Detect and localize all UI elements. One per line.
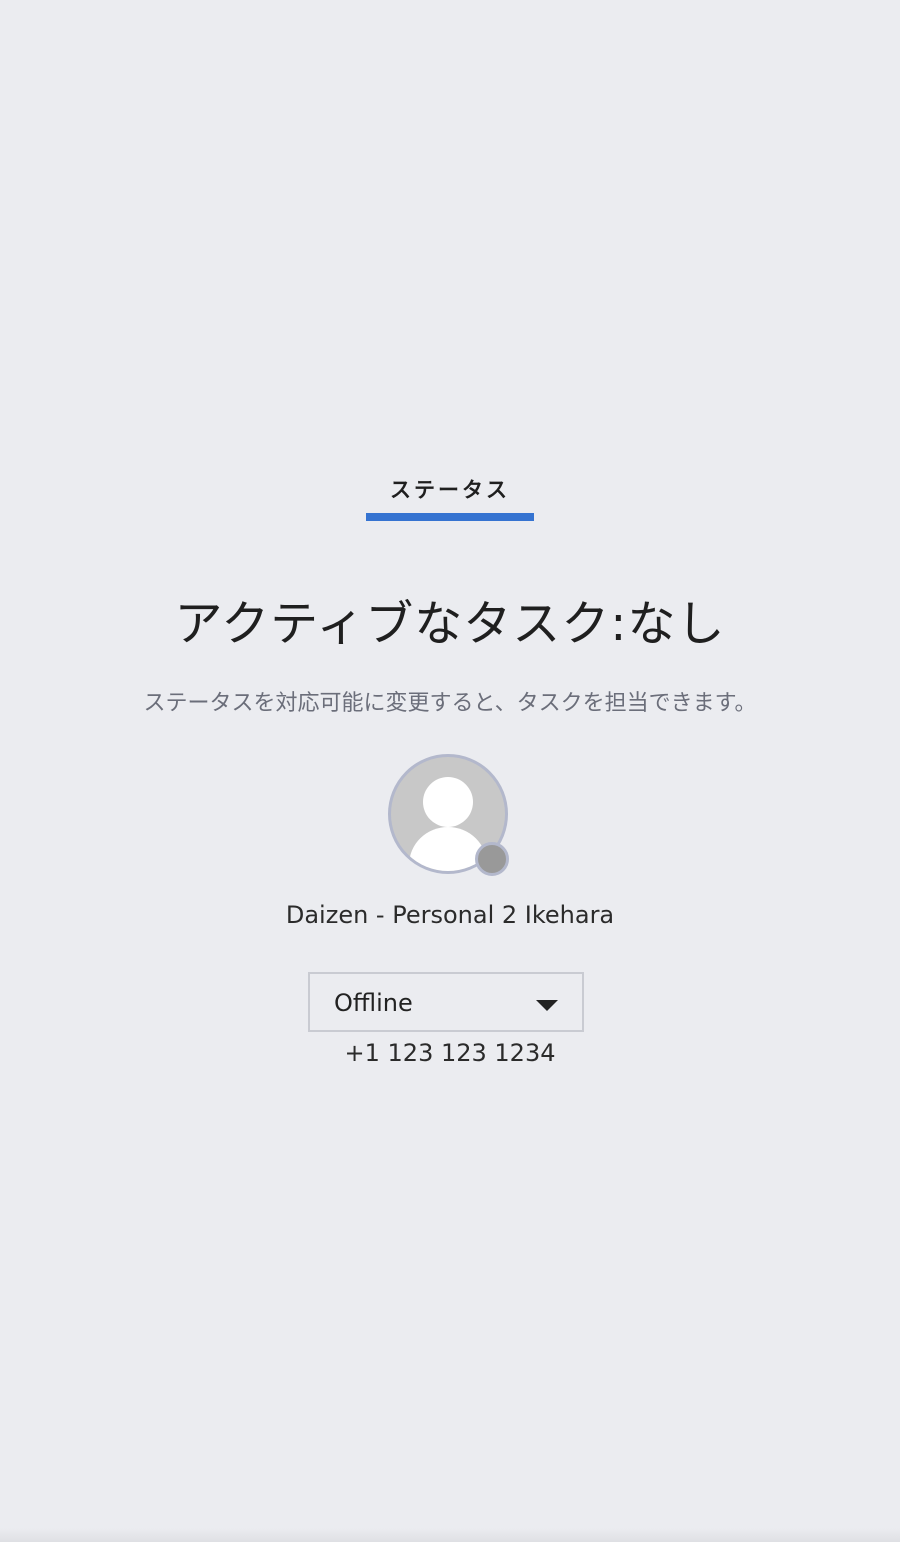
- page-subtitle: ステータスを対応可能に変更すると、タスクを担当できます。: [143, 691, 757, 716]
- status-dropdown[interactable]: Offline: [308, 972, 584, 1032]
- bottom-edge-shadow: [0, 1528, 900, 1542]
- status-indicator-dot: [475, 842, 509, 876]
- page-title: アクティブなタスク:なし: [174, 596, 726, 652]
- active-tab-indicator: [366, 513, 534, 521]
- tab-status-label: ステータス: [390, 478, 510, 502]
- tab-bar: ステータス: [0, 470, 900, 521]
- user-name: Daizen - Personal 2 Ikehara: [285, 901, 615, 929]
- chevron-down-icon: [536, 1000, 558, 1011]
- tab-status[interactable]: ステータス: [366, 470, 534, 521]
- status-dropdown-value: Offline: [334, 989, 413, 1017]
- phone-number: +1 123 123 1234: [344, 1039, 556, 1067]
